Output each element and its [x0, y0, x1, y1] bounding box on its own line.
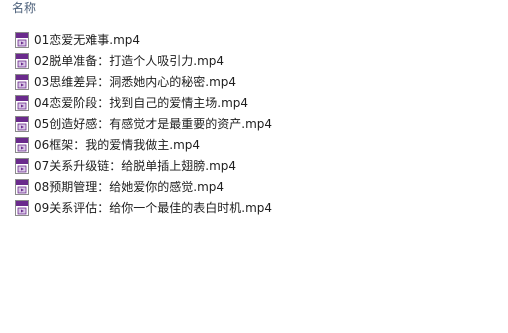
file-name: 02脱单准备：打造个人吸引力.mp4: [34, 53, 225, 68]
file-item[interactable]: 08预期管理：给她爱你的感觉.mp4: [14, 176, 272, 197]
file-item[interactable]: 06框架：我的爱情我做主.mp4: [14, 134, 272, 155]
mp4-file-icon: [15, 73, 29, 90]
file-name: 05创造好感：有感觉才是最重要的资产.mp4: [34, 116, 273, 131]
file-item[interactable]: 09关系评估：给你一个最佳的表白时机.mp4: [14, 197, 272, 218]
mp4-file-icon: [15, 157, 29, 174]
mp4-file-icon: [15, 199, 29, 216]
mp4-file-icon: [15, 94, 29, 111]
mp4-file-icon: [15, 52, 29, 69]
name-column-header[interactable]: 名称: [12, 0, 36, 16]
mp4-file-icon: [15, 115, 29, 132]
file-name: 09关系评估：给你一个最佳的表白时机.mp4: [34, 200, 273, 215]
mp4-file-icon: [15, 31, 29, 48]
file-item[interactable]: 02脱单准备：打造个人吸引力.mp4: [14, 50, 272, 71]
mp4-file-icon: [15, 178, 29, 195]
file-list: 01恋爱无难事.mp4 02脱单准备：打造个人吸引力.mp4 03思维差异：洞悉…: [14, 29, 272, 218]
file-item[interactable]: 05创造好感：有感觉才是最重要的资产.mp4: [14, 113, 272, 134]
file-name: 07关系升级链：给脱单插上翅膀.mp4: [34, 158, 237, 173]
file-item[interactable]: 03思维差异：洞悉她内心的秘密.mp4: [14, 71, 272, 92]
file-name: 08预期管理：给她爱你的感觉.mp4: [34, 179, 225, 194]
file-name: 03思维差异：洞悉她内心的秘密.mp4: [34, 74, 237, 89]
file-item[interactable]: 07关系升级链：给脱单插上翅膀.mp4: [14, 155, 272, 176]
file-name: 04恋爱阶段：找到自己的爱情主场.mp4: [34, 95, 249, 110]
file-item[interactable]: 01恋爱无难事.mp4: [14, 29, 272, 50]
file-name: 06框架：我的爱情我做主.mp4: [34, 137, 201, 152]
mp4-file-icon: [15, 136, 29, 153]
file-item[interactable]: 04恋爱阶段：找到自己的爱情主场.mp4: [14, 92, 272, 113]
file-name: 01恋爱无难事.mp4: [34, 32, 141, 47]
